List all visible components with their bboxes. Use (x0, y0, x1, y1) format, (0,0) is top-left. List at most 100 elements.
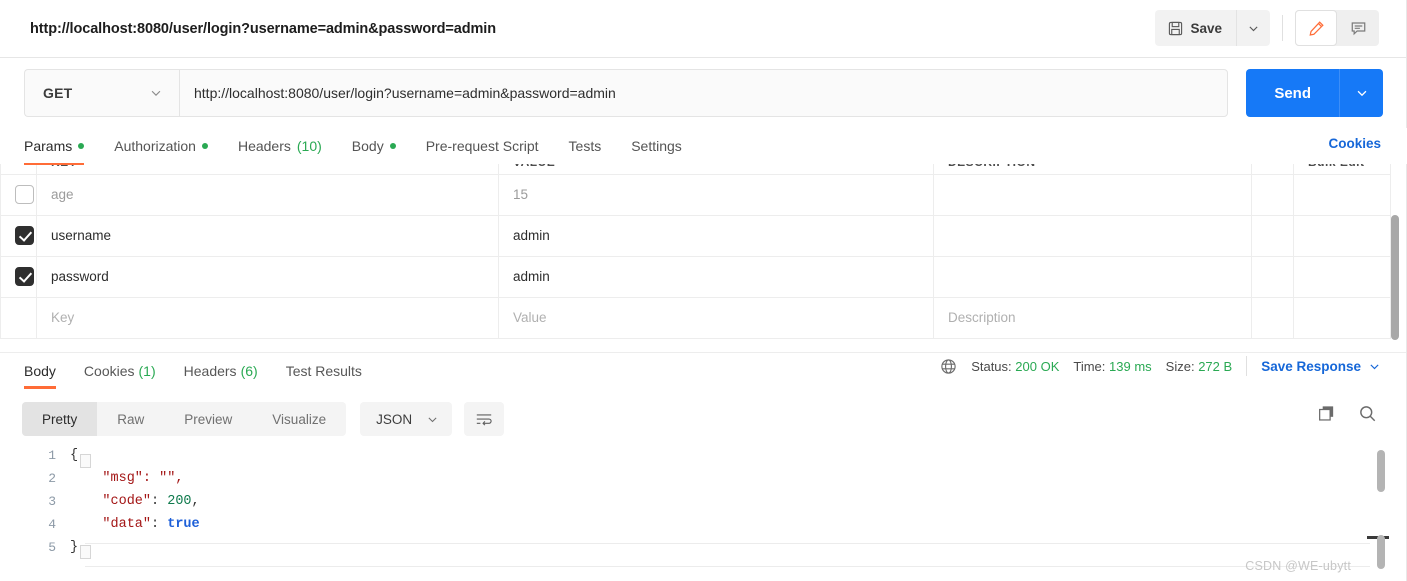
code-row-divider (85, 566, 1370, 567)
tab-response-headers-label: Headers (183, 362, 237, 379)
tab-response-body[interactable]: Body (24, 353, 56, 389)
code-fold-marker[interactable] (80, 454, 91, 468)
chevron-down-icon (1247, 22, 1260, 35)
tab-body-label: Body (351, 138, 384, 154)
code-line-text: "data": true (70, 517, 200, 532)
chevron-down-icon (1368, 360, 1381, 373)
table-row[interactable]: age 15 (0, 173, 1391, 216)
view-visualize[interactable]: Visualize (252, 402, 346, 436)
chevron-down-icon (1355, 86, 1369, 100)
search-icon[interactable] (1358, 404, 1377, 423)
code-line-text: { (70, 448, 79, 463)
send-button-group: Send (1246, 69, 1383, 117)
tab-response-cookies-count: (1) (138, 362, 156, 379)
view-pretty[interactable]: Pretty (22, 402, 98, 436)
row-checkbox-cell[interactable] (0, 214, 37, 257)
param-value[interactable]: admin (498, 214, 934, 257)
tab-tests-label: Tests (568, 138, 602, 154)
chevron-down-icon (426, 413, 439, 426)
params-table-scroll-area[interactable]: KEY VALUE DESCRIPTION ··· Bulk Edit age … (0, 150, 1407, 350)
url-input[interactable]: http://localhost:8080/user/login?usernam… (179, 69, 1229, 117)
param-value[interactable]: 15 (498, 173, 934, 216)
tab-response-cookies[interactable]: Cookies (1) (84, 353, 156, 389)
param-key[interactable]: username (36, 214, 499, 257)
size-value: 272 B (1198, 358, 1233, 374)
modified-dot-icon (201, 143, 208, 149)
http-method-select[interactable]: GET (24, 69, 179, 117)
row-spacer-cell (1293, 296, 1391, 339)
send-options-caret[interactable] (1339, 69, 1383, 117)
response-body-toolbar: Pretty Raw Preview Visualize JSON (0, 396, 1407, 442)
table-row-empty[interactable]: Key Value Description (0, 296, 1391, 339)
tab-authorization[interactable]: Authorization (114, 128, 208, 164)
tab-params[interactable]: Params (24, 128, 85, 165)
word-wrap-icon (475, 411, 493, 427)
row-checkbox-cell[interactable] (0, 255, 37, 298)
param-description[interactable] (933, 173, 1252, 216)
table-row[interactable]: username admin (0, 214, 1391, 257)
cookies-link[interactable]: Cookies (1328, 136, 1381, 151)
body-format-value: JSON (376, 411, 413, 427)
response-body-scrollbar[interactable] (1377, 450, 1385, 492)
top-bar: http://localhost:8080/user/login?usernam… (0, 0, 1407, 58)
view-preview[interactable]: Preview (164, 402, 252, 436)
save-options-caret[interactable] (1236, 10, 1270, 46)
edit-pencil-button[interactable] (1295, 10, 1337, 46)
tab-headers[interactable]: Headers (10) (238, 128, 322, 164)
line-number: 3 (48, 494, 56, 509)
param-key[interactable]: age (36, 173, 499, 216)
tab-test-results[interactable]: Test Results (286, 353, 362, 389)
row-options-cell (1251, 173, 1294, 216)
response-body-code[interactable]: 1 { 2 "msg": "", 3 "code": 200, 4 "data"… (0, 444, 1407, 581)
code-line-text: "msg": "", (70, 471, 184, 486)
save-response-label: Save Response (1261, 358, 1361, 374)
tab-headers-label: Headers (237, 138, 291, 154)
tab-pre-request-script[interactable]: Pre-request Script (426, 128, 539, 164)
postman-request-view: http://localhost:8080/user/login?usernam… (0, 0, 1407, 581)
tab-settings[interactable]: Settings (631, 128, 682, 164)
row-options-cell (1251, 255, 1294, 298)
response-body-scrollbar-lower[interactable] (1377, 535, 1385, 569)
watermark: CSDN @WE-ubytt (1245, 559, 1351, 573)
tab-body[interactable]: Body (352, 128, 396, 164)
row-spacer-cell (1293, 214, 1391, 257)
param-key[interactable]: password (36, 255, 499, 298)
top-bar-actions: Save (1155, 6, 1379, 50)
code-line: 3 "code": 200, (0, 490, 1407, 513)
param-value[interactable]: admin (498, 255, 934, 298)
param-enabled-checkbox[interactable] (15, 226, 34, 245)
save-button-group: Save (1155, 10, 1270, 46)
param-enabled-checkbox[interactable] (15, 267, 34, 286)
body-format-select[interactable]: JSON (360, 402, 453, 436)
code-line: 2 "msg": "", (0, 467, 1407, 490)
word-wrap-button[interactable] (464, 402, 505, 436)
copy-icon[interactable] (1317, 404, 1336, 423)
new-param-key-input[interactable]: Key (36, 296, 499, 339)
new-param-value-input[interactable]: Value (498, 296, 934, 339)
param-enabled-checkbox[interactable] (15, 185, 34, 204)
params-table: KEY VALUE DESCRIPTION ··· Bulk Edit age … (0, 150, 1391, 339)
tab-response-headers[interactable]: Headers (6) (184, 353, 258, 389)
send-button[interactable]: Send (1246, 69, 1339, 117)
url-input-value: http://localhost:8080/user/login?usernam… (194, 85, 616, 101)
code-line-text: "code": 200, (70, 494, 200, 509)
new-param-description-input[interactable]: Description (933, 296, 1252, 339)
tab-tests[interactable]: Tests (569, 128, 602, 164)
globe-icon[interactable] (940, 358, 957, 375)
comments-button[interactable] (1337, 10, 1379, 46)
size-label: Size: (1165, 358, 1195, 374)
view-raw[interactable]: Raw (97, 402, 164, 436)
save-response-button[interactable]: Save Response (1261, 359, 1381, 374)
param-description[interactable] (933, 214, 1252, 257)
response-time: Time: 139 ms (1073, 359, 1151, 374)
tab-headers-count: (10) (296, 138, 322, 154)
table-row[interactable]: password admin (0, 255, 1391, 298)
param-description[interactable] (933, 255, 1252, 298)
code-fold-marker[interactable] (80, 545, 91, 559)
floppy-disk-icon (1168, 21, 1183, 36)
code-row-divider (85, 543, 1370, 544)
status-label: Status: (971, 358, 1012, 374)
row-checkbox-cell[interactable] (0, 173, 37, 216)
save-button[interactable]: Save (1155, 10, 1236, 46)
params-table-scrollbar[interactable] (1391, 215, 1399, 340)
